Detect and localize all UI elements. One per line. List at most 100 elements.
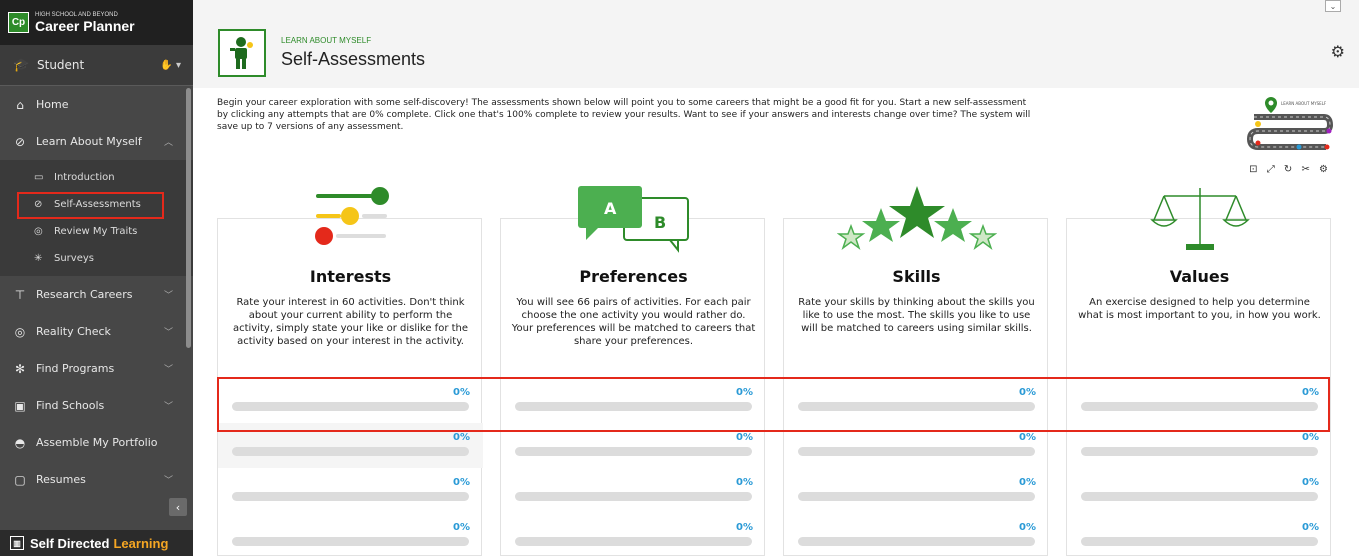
- assessment-attempt[interactable]: 0%: [1067, 513, 1332, 556]
- assessment-attempt[interactable]: 0%: [1067, 468, 1332, 513]
- chevron-down-icon: ﹀: [163, 291, 173, 301]
- gear-icon[interactable]: ⚙: [1331, 42, 1345, 61]
- introduction-icon: ▭: [34, 172, 44, 183]
- reality-icon: ◎: [14, 324, 26, 339]
- sidebar-scrollbar[interactable]: [186, 88, 191, 348]
- card-description: An exercise designed to help you determi…: [1078, 297, 1321, 321]
- nav-find-programs[interactable]: ✻ Find Programs ﹀: [0, 350, 193, 387]
- attempt-percent: 0%: [736, 387, 753, 398]
- school-icon: ▣: [14, 398, 26, 413]
- assessment-attempt[interactable]: 0%: [1067, 378, 1332, 423]
- attempt-percent: 0%: [736, 522, 753, 533]
- nav-assemble-portfolio[interactable]: ◓ Assemble My Portfolio: [0, 424, 193, 461]
- assessment-attempt[interactable]: 0%: [218, 423, 483, 468]
- assessment-attempt[interactable]: 0%: [218, 468, 483, 513]
- chevron-down-icon: ﹀: [163, 476, 173, 486]
- minimap-label: LEARN ABOUT MYSELF: [1281, 101, 1327, 106]
- nav-find-schools[interactable]: ▣ Find Schools ﹀: [0, 387, 193, 424]
- chevron-down-icon: ﹀: [163, 365, 173, 375]
- attempt-percent: 0%: [453, 522, 470, 533]
- attempt-progress-bar: [232, 537, 469, 546]
- sub-item-review-my-traits[interactable]: ◎ Review My Traits: [0, 218, 193, 245]
- brand-title: Career Planner: [35, 18, 135, 34]
- portfolio-icon: ◓: [14, 435, 26, 450]
- chevron-down-icon[interactable]: ⌄: [1325, 0, 1341, 12]
- assessment-attempt[interactable]: 0%: [784, 468, 1049, 513]
- attempt-progress-bar: [1081, 402, 1318, 411]
- assessment-attempt[interactable]: 0%: [218, 378, 483, 423]
- brand-header[interactable]: Cp HIGH SCHOOL AND BEYOND Career Planner: [0, 0, 193, 45]
- page-title: Self-Assessments: [281, 49, 426, 69]
- chevron-down-icon: ﹀: [163, 328, 173, 338]
- assessment-attempt[interactable]: 0%: [784, 423, 1049, 468]
- attempt-progress-bar: [515, 447, 752, 456]
- chevron-up-icon: ︿: [163, 138, 173, 148]
- traits-icon: ◎: [34, 226, 43, 237]
- chevron-down-icon: ﹀: [163, 402, 173, 412]
- attempt-progress-bar: [232, 402, 469, 411]
- learn-icon: ⊘: [14, 134, 26, 149]
- attempt-percent: 0%: [1019, 522, 1036, 533]
- brand-logo: Cp: [8, 12, 29, 33]
- assessment-attempt[interactable]: 0%: [784, 378, 1049, 423]
- signpost-icon: ⊤: [14, 287, 26, 302]
- assessment-attempt[interactable]: 0%: [218, 513, 483, 556]
- nav-resumes-label: Resumes: [36, 473, 86, 486]
- card-title: Interests: [309, 267, 392, 286]
- assessment-attempt[interactable]: 0%: [784, 513, 1049, 556]
- footer-brand-text: Self Directed: [30, 535, 110, 551]
- attempt-progress-bar: [515, 402, 752, 411]
- sub-item-surveys[interactable]: ✳ Surveys: [0, 245, 193, 272]
- attempt-progress-bar: [1081, 492, 1318, 501]
- main-content: LEARN ABOUT MYSELF Self-Assessments ⚙ ⌄ …: [193, 0, 1359, 556]
- graduation-cap-icon: 🎓: [13, 57, 30, 73]
- learn-submenu: ▭ Introduction ⊘ Self-Assessments ◎ Revi…: [0, 160, 193, 276]
- assessment-attempt[interactable]: 0%: [501, 468, 766, 513]
- sdl-logo-icon: ▥: [10, 536, 24, 550]
- attempt-percent: 0%: [1302, 522, 1319, 533]
- assessment-attempt[interactable]: 0%: [501, 423, 766, 468]
- attempt-percent: 0%: [453, 432, 470, 443]
- card-interests[interactable]: Interests Rate your interest in 60 activ…: [217, 187, 483, 556]
- assessment-attempt[interactable]: 0%: [501, 378, 766, 423]
- role-dropdown-icon[interactable]: ✋ ▾: [160, 60, 181, 71]
- sub-item-label: Surveys: [54, 253, 94, 264]
- sub-item-label: Introduction: [54, 172, 115, 183]
- nav-schools-label: Find Schools: [36, 399, 105, 412]
- attempt-percent: 0%: [453, 387, 470, 398]
- person-puzzle-icon: [218, 29, 266, 77]
- attempt-progress-bar: [232, 492, 469, 501]
- sub-item-introduction[interactable]: ▭ Introduction: [0, 164, 193, 191]
- assessment-attempt[interactable]: 0%: [1067, 423, 1332, 468]
- sub-item-self-assessments[interactable]: ⊘ Self-Assessments: [0, 191, 193, 219]
- card-skills[interactable]: Skills Rate your skills by thinking abou…: [783, 186, 1049, 556]
- nav-resumes[interactable]: ▢ Resumes ﹀: [0, 461, 193, 498]
- role-selector[interactable]: 🎓 Student ✋ ▾: [0, 45, 193, 86]
- resume-icon: ▢: [14, 472, 26, 487]
- footer-brand-accent: Learning: [113, 535, 169, 551]
- nav-home-label: Home: [36, 98, 69, 111]
- card-values[interactable]: Values An exercise designed to help you …: [1066, 188, 1332, 556]
- footer-brand: ▥ Self Directed Learning: [0, 530, 193, 556]
- attempt-progress-bar: [798, 537, 1035, 546]
- assessment-attempt[interactable]: 0%: [501, 513, 766, 556]
- page-kicker: LEARN ABOUT MYSELF: [281, 36, 372, 45]
- nav-learn-about-myself[interactable]: ⊘ Learn About Myself ︿: [0, 123, 193, 160]
- attempt-percent: 0%: [1019, 387, 1036, 398]
- learning-path-map[interactable]: LEARN ABOUT MYSELF: [1244, 95, 1334, 150]
- attempt-progress-bar: [515, 492, 752, 501]
- nav-portfolio-label: Assemble My Portfolio: [36, 436, 158, 449]
- nav-home[interactable]: ⌂ Home: [0, 86, 193, 123]
- collapse-sidebar-button[interactable]: ‹: [169, 498, 187, 516]
- nav-research-careers[interactable]: ⊤ Research Careers ﹀: [0, 276, 193, 313]
- nav-reality-check[interactable]: ◎ Reality Check ﹀: [0, 313, 193, 350]
- attempt-progress-bar: [798, 492, 1035, 501]
- preferences-option-b: B: [654, 213, 666, 232]
- attempt-progress-bar: [798, 402, 1035, 411]
- intro-text: Begin your career exploration with some …: [217, 98, 1031, 132]
- card-preferences[interactable]: A B Preferences You will see 66 pairs of…: [500, 186, 766, 556]
- attempt-progress-bar: [232, 447, 469, 456]
- nav-learn-label: Learn About Myself: [36, 135, 142, 148]
- attempt-percent: 0%: [1302, 387, 1319, 398]
- skills-illustration: [784, 169, 1049, 254]
